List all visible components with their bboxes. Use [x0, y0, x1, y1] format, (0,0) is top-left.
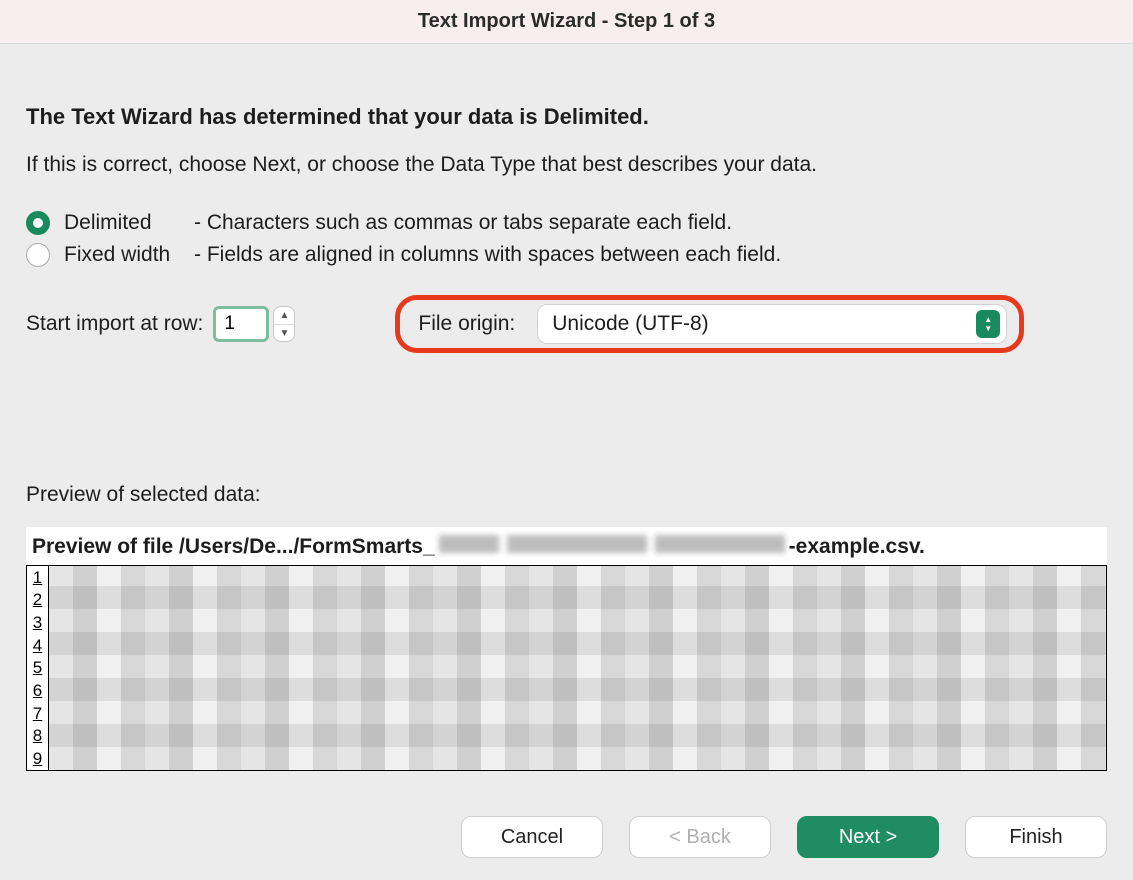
row-number: 3: [27, 612, 48, 635]
radio-fixed-width[interactable]: [26, 243, 50, 267]
preview-grid[interactable]: 1 2 3 4 5 6 7 8 9: [26, 565, 1107, 771]
row-number: 2: [27, 589, 48, 612]
preview-file-prefix: Preview of file /Users/De.../FormSmarts_: [32, 535, 435, 559]
delimited-desc: - Characters such as commas or tabs sepa…: [194, 211, 732, 235]
row-number: 7: [27, 702, 48, 725]
row-number: 6: [27, 680, 48, 703]
cancel-button[interactable]: Cancel: [461, 816, 603, 858]
preview-file-suffix: -example.csv.: [789, 535, 925, 559]
start-row-stepper[interactable]: ▲ ▼: [273, 306, 295, 342]
window-title: Text Import Wizard - Step 1 of 3: [418, 10, 715, 33]
radio-delimited[interactable]: [26, 211, 50, 235]
start-row-control: ▲ ▼: [213, 306, 295, 342]
finish-button[interactable]: Finish: [965, 816, 1107, 858]
chevron-down-icon[interactable]: ▼: [274, 325, 294, 342]
row-number: 4: [27, 634, 48, 657]
redacted-text: [655, 535, 785, 553]
file-origin-select[interactable]: Unicode (UTF-8) ▲▼: [537, 304, 1007, 344]
file-origin-value: Unicode (UTF-8): [552, 312, 708, 336]
data-type-group: Delimited - Characters such as commas or…: [26, 211, 1107, 267]
wizard-footer: Cancel < Back Next > Finish: [0, 794, 1133, 880]
file-origin-highlight: File origin: Unicode (UTF-8) ▲▼: [395, 295, 1024, 353]
wizard-window: Text Import Wizard - Step 1 of 3 The Tex…: [0, 0, 1133, 880]
preview-file-header: Preview of file /Users/De.../FormSmarts_…: [26, 527, 1107, 565]
next-button[interactable]: Next >: [797, 816, 939, 858]
option-delimited[interactable]: Delimited - Characters such as commas or…: [26, 211, 1107, 235]
row-number: 5: [27, 657, 48, 680]
row-controls: Start import at row: ▲ ▼ File origin: Un…: [26, 295, 1107, 353]
fixed-width-desc: - Fields are aligned in columns with spa…: [194, 243, 781, 267]
updown-icon: ▲▼: [976, 310, 1000, 338]
row-number: 8: [27, 725, 48, 748]
file-origin-label: File origin:: [418, 312, 515, 336]
back-button[interactable]: < Back: [629, 816, 771, 858]
sub-heading: If this is correct, choose Next, or choo…: [26, 150, 1107, 179]
title-bar: Text Import Wizard - Step 1 of 3: [0, 0, 1133, 44]
redacted-text: [439, 535, 499, 553]
preview-pixelated-data: [49, 566, 1106, 770]
start-row-input[interactable]: [213, 306, 269, 342]
option-fixed-width[interactable]: Fixed width - Fields are aligned in colu…: [26, 243, 1107, 267]
row-number: 1: [27, 566, 48, 589]
row-number: 9: [27, 748, 48, 771]
chevron-up-icon[interactable]: ▲: [274, 307, 294, 325]
redacted-text: [507, 535, 647, 553]
preview-label: Preview of selected data:: [26, 483, 1107, 507]
preview-row-numbers: 1 2 3 4 5 6 7 8 9: [27, 566, 49, 770]
main-heading: The Text Wizard has determined that your…: [26, 104, 1107, 130]
wizard-content: The Text Wizard has determined that your…: [0, 44, 1133, 794]
fixed-width-label: Fixed width: [64, 243, 194, 267]
delimited-label: Delimited: [64, 211, 194, 235]
start-row-label: Start import at row:: [26, 312, 203, 336]
